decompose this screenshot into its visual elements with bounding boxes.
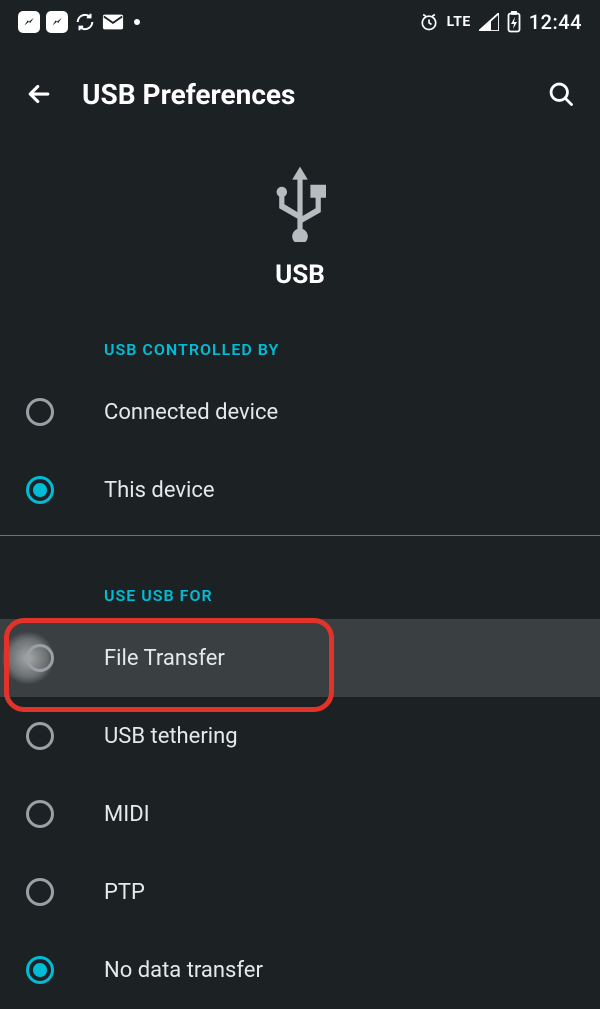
- radio-icon: [26, 722, 54, 750]
- status-left: [18, 11, 140, 33]
- option-midi[interactable]: MIDI: [0, 775, 600, 853]
- hero-label: USB: [275, 260, 325, 290]
- radio-icon: [26, 476, 54, 504]
- app-bar: USB Preferences: [0, 58, 600, 130]
- battery-charging-icon: [507, 11, 521, 33]
- option-label: PTP: [104, 880, 145, 905]
- option-this-device[interactable]: This device: [0, 451, 600, 529]
- option-label: No data transfer: [104, 958, 263, 983]
- option-label: USB tethering: [104, 724, 238, 749]
- search-button[interactable]: [544, 77, 578, 111]
- divider: [0, 535, 600, 536]
- section-header-controlled-by: USB CONTROLLED BY: [0, 340, 600, 359]
- option-no-data-transfer[interactable]: No data transfer: [0, 931, 600, 1009]
- option-label: This device: [104, 478, 215, 503]
- option-label: MIDI: [104, 802, 150, 827]
- alarm-icon: [419, 12, 439, 32]
- radio-icon: [26, 398, 54, 426]
- messenger-icon: [46, 11, 68, 33]
- page-title: USB Preferences: [82, 78, 544, 111]
- radio-icon: [26, 956, 54, 984]
- radio-icon: [26, 800, 54, 828]
- clock: 12:44: [529, 10, 582, 34]
- status-bar: LTE 12:44: [0, 0, 600, 44]
- status-right: LTE 12:44: [419, 10, 582, 34]
- radio-icon: [26, 878, 54, 906]
- sync-icon: [74, 11, 96, 33]
- messenger-icon: [18, 11, 40, 33]
- network-type-label: LTE: [447, 14, 471, 30]
- option-file-transfer[interactable]: File Transfer: [0, 619, 600, 697]
- option-usb-tethering[interactable]: USB tethering: [0, 697, 600, 775]
- more-notifications-icon: [134, 19, 140, 25]
- option-ptp[interactable]: PTP: [0, 853, 600, 931]
- usb-icon: [268, 164, 332, 246]
- option-label: File Transfer: [104, 646, 225, 671]
- radio-icon: [26, 644, 54, 672]
- section-header-use-usb-for: USE USB FOR: [0, 586, 600, 605]
- option-label: Connected device: [104, 400, 278, 425]
- hero: USB: [0, 164, 600, 290]
- option-connected-device[interactable]: Connected device: [0, 373, 600, 451]
- mail-icon: [102, 13, 124, 31]
- back-button[interactable]: [22, 77, 56, 111]
- signal-icon: [479, 13, 499, 31]
